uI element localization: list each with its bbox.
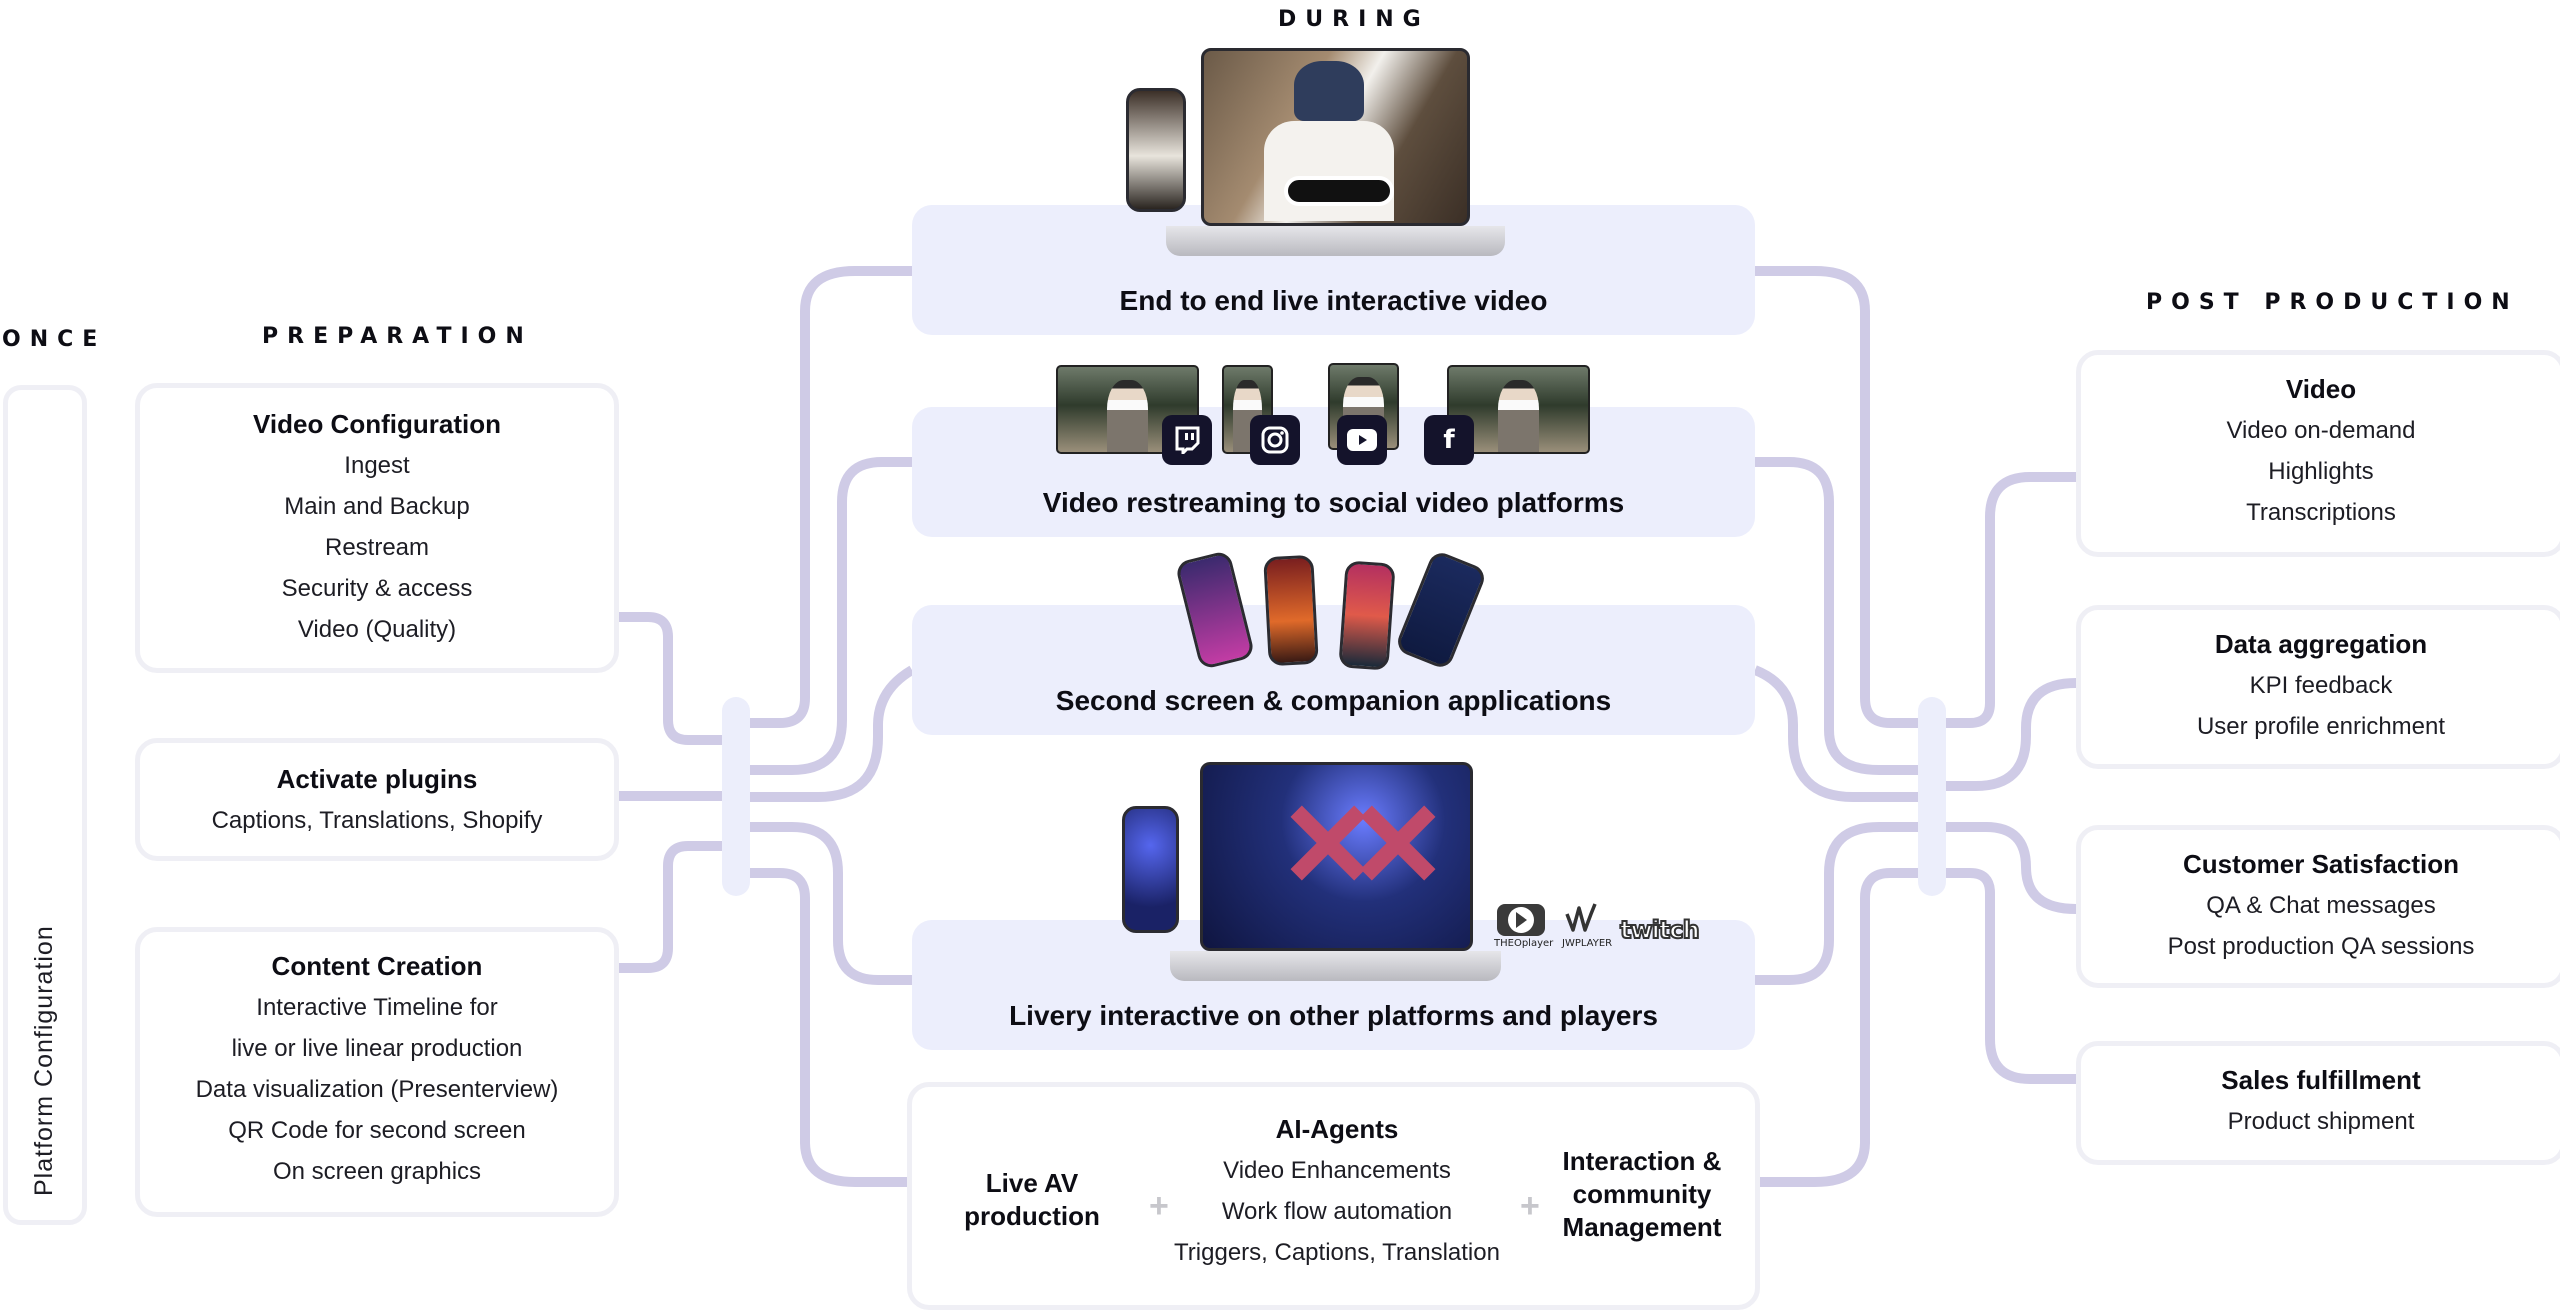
- connector-content-creation: [618, 841, 722, 973]
- prep-card-video-configuration: Video Configuration Ingest Main and Back…: [135, 383, 619, 673]
- ai-agents-line: Video Enhancements: [1223, 1157, 1451, 1184]
- card-line: Post production QA sessions: [2167, 933, 2475, 960]
- youtube-icon: [1337, 415, 1387, 465]
- connector-video-config: [618, 612, 722, 745]
- laptop-screen: [1201, 48, 1470, 226]
- connector-left-box4: [750, 822, 912, 985]
- card-title: Customer Satisfaction: [2183, 849, 2459, 879]
- phone: [1263, 554, 1319, 667]
- box-title: Second screen & companion applications: [1055, 685, 1612, 716]
- live-av-production-label: Live AV production: [964, 1168, 1100, 1231]
- laptop-base: [1170, 951, 1501, 981]
- card-line: Interactive Timeline for: [256, 994, 498, 1021]
- during-production-card: Live AV production + AI-Agents Video Enh…: [907, 1082, 1760, 1310]
- prep-card-activate-plugins: Activate plugins Captions, Translations,…: [135, 738, 619, 861]
- phone: [1338, 560, 1396, 671]
- card-line: Highlights: [2268, 458, 2374, 485]
- card-line: User profile enrichment: [2196, 713, 2446, 740]
- card-line: Video on-demand: [2226, 417, 2416, 444]
- connector-right-box3: [1752, 665, 1918, 802]
- platform-configuration-card: Platform Configuration: [3, 385, 87, 1225]
- card-line: Main and Backup: [284, 493, 470, 520]
- box-title: Livery interactive on other platforms an…: [1009, 1000, 1658, 1031]
- connector-left-box5: [750, 868, 912, 1187]
- box-title: Video restreaming to social video platfo…: [1042, 487, 1625, 518]
- theoplayer-text: THEOplayer: [1494, 938, 1554, 949]
- ai-agents-line: Work flow automation: [1221, 1198, 1453, 1225]
- card-line: Transcriptions: [2246, 499, 2396, 526]
- post-card-sales-fulfillment: Sales fulfillment Product shipment: [2076, 1041, 2560, 1165]
- card-line: Captions, Translations, Shopify: [211, 807, 543, 834]
- card-title: Video Configuration: [253, 409, 501, 439]
- during-box-second-screen: Second screen & companion applications: [912, 605, 1755, 735]
- interaction-community-label: Interaction & community Management: [1562, 1146, 1722, 1242]
- card-line: Video (Quality): [297, 616, 457, 643]
- post-card-data-aggregation: Data aggregation KPI feedback User profi…: [2076, 605, 2560, 769]
- connector-post-data: [1946, 678, 2077, 791]
- card-title: Sales fulfillment: [2221, 1065, 2421, 1095]
- card-line: live or live linear production: [231, 1035, 523, 1062]
- card-line: Product shipment: [2227, 1108, 2415, 1135]
- laptop-base: [1166, 226, 1505, 256]
- right-hub: [1918, 697, 1946, 896]
- phone: [1126, 88, 1186, 212]
- laptop-screen: [1200, 762, 1473, 951]
- card-line: QA & Chat messages: [2206, 892, 2436, 919]
- connector-left-box3: [750, 665, 915, 802]
- card-line: Security & access: [281, 575, 473, 602]
- card-title: Content Creation: [271, 951, 483, 981]
- card-line: Restream: [324, 534, 430, 561]
- post-card-video: Video Video on-demand Highlights Transcr…: [2076, 350, 2560, 557]
- ai-agents-title: AI-Agents: [1275, 1114, 1399, 1144]
- ai-agents-line: Triggers, Captions, Translation: [1174, 1239, 1500, 1266]
- card-line: QR Code for second screen: [228, 1117, 526, 1144]
- connector-right-box5: [1760, 868, 1918, 1187]
- card-title: Video: [2285, 374, 2357, 404]
- platform-configuration-label: Platform Configuration: [30, 925, 58, 1196]
- prep-card-content-creation: Content Creation Interactive Timeline fo…: [135, 927, 619, 1217]
- instagram-icon: [1250, 415, 1300, 465]
- box-title: End to end live interactive video: [1119, 285, 1548, 316]
- post-card-customer-satisfaction: Customer Satisfaction QA & Chat messages…: [2076, 825, 2560, 988]
- card-line: KPI feedback: [2249, 672, 2393, 699]
- twitch-icon: [1162, 415, 1212, 465]
- connector-left-box1: [750, 266, 912, 728]
- card-line: On screen graphics: [272, 1158, 482, 1185]
- card-line: Data visualization (Presenterview): [195, 1076, 559, 1103]
- card-line: Ingest: [344, 452, 410, 479]
- card-title: Activate plugins: [276, 764, 478, 794]
- twitch-logo: twitch: [1619, 915, 1701, 945]
- facebook-icon: f: [1424, 415, 1474, 465]
- connector-right-box1: [1755, 266, 1918, 728]
- connector-right-box4: [1755, 822, 1918, 985]
- jwplayer-text: JWPLAYER: [1562, 938, 1613, 949]
- phone: [1122, 806, 1179, 933]
- plus-icon: +: [1520, 1187, 1540, 1225]
- left-hub: [722, 697, 750, 896]
- card-title: Data aggregation: [2214, 629, 2428, 659]
